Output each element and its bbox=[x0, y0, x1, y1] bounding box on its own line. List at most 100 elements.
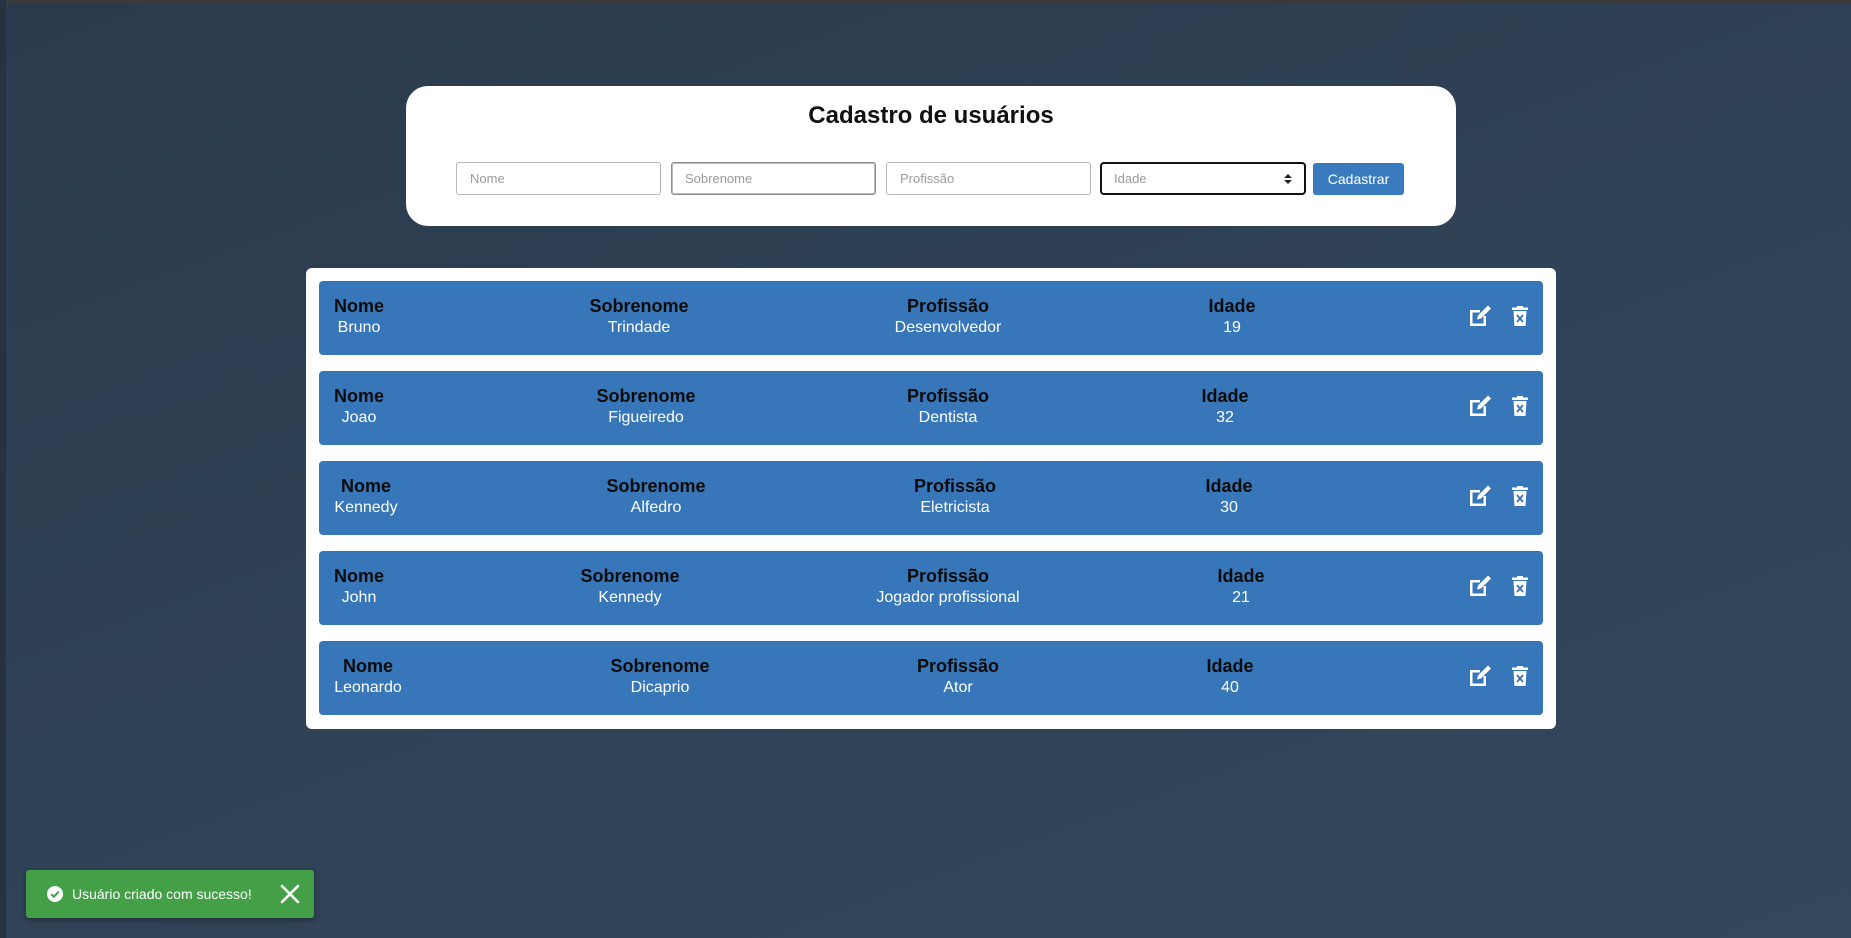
profissao-cell: Profissão Eletricista bbox=[914, 475, 996, 519]
trash-icon bbox=[1512, 576, 1528, 596]
trash-icon bbox=[1512, 306, 1528, 326]
profissao-value: Jogador profissional bbox=[876, 589, 1020, 606]
profissao-input[interactable] bbox=[886, 162, 1091, 195]
window-left-edge bbox=[0, 0, 6, 938]
profissao-cell: Profissão Desenvolvedor bbox=[895, 295, 1002, 339]
nome-value: Leonardo bbox=[334, 679, 402, 696]
check-circle-icon bbox=[47, 886, 63, 902]
nome-cell: Nome Leonardo bbox=[334, 655, 402, 699]
profissao-label: Profissão bbox=[916, 656, 1000, 676]
profissao-label: Profissão bbox=[906, 566, 990, 586]
sobrenome-label: Sobrenome bbox=[610, 656, 710, 676]
registration-form: Cadastro de usuários Idade Cadastrar bbox=[406, 86, 1456, 226]
sobrenome-value: Figueiredo bbox=[608, 409, 684, 426]
sobrenome-value: Kennedy bbox=[598, 589, 662, 606]
edit-icon bbox=[1470, 395, 1491, 416]
profissao-value: Eletricista bbox=[920, 499, 990, 516]
edit-button[interactable] bbox=[1466, 391, 1494, 421]
window-top-border bbox=[0, 0, 1851, 4]
user-row: Nome Leonardo Sobrenome Dicaprio Profiss… bbox=[319, 641, 1543, 715]
page-title: Cadastro de usuários bbox=[808, 102, 1054, 129]
profissao-label: Profissão bbox=[913, 476, 997, 496]
delete-button[interactable] bbox=[1506, 481, 1534, 511]
sobrenome-cell: Sobrenome Dicaprio bbox=[610, 655, 709, 699]
nome-value: Kennedy bbox=[334, 499, 398, 516]
profissao-cell: Profissão Jogador profissional bbox=[876, 565, 1019, 609]
spin-down-icon[interactable] bbox=[1284, 179, 1292, 184]
nome-label: Nome bbox=[342, 656, 393, 676]
sobrenome-label: Sobrenome bbox=[589, 296, 689, 316]
idade-label: Idade bbox=[1208, 296, 1256, 316]
idade-value: 32 bbox=[1216, 409, 1234, 426]
idade-cell: Idade 19 bbox=[1208, 295, 1255, 339]
user-row: Nome Bruno Sobrenome Trindade Profissão … bbox=[319, 281, 1543, 355]
user-row: Nome John Sobrenome Kennedy Profissão Jo… bbox=[319, 551, 1543, 625]
sobrenome-cell: Sobrenome Kennedy bbox=[580, 565, 679, 609]
delete-button[interactable] bbox=[1506, 661, 1534, 691]
idade-label: Idade bbox=[1205, 476, 1253, 496]
profissao-value: Desenvolvedor bbox=[894, 319, 1002, 336]
idade-spinner[interactable] bbox=[1284, 173, 1292, 184]
idade-label: Idade bbox=[1206, 656, 1254, 676]
idade-placeholder: Idade bbox=[1114, 171, 1147, 186]
idade-value: 21 bbox=[1232, 589, 1250, 606]
success-toast: Usuário criado com sucesso! bbox=[26, 870, 314, 918]
user-row: Nome Joao Sobrenome Figueiredo Profissão… bbox=[319, 371, 1543, 445]
user-list: Nome Bruno Sobrenome Trindade Profissão … bbox=[306, 268, 1556, 729]
trash-icon bbox=[1512, 486, 1528, 506]
delete-button[interactable] bbox=[1506, 391, 1534, 421]
sobrenome-label: Sobrenome bbox=[596, 386, 696, 406]
idade-cell: Idade 32 bbox=[1201, 385, 1248, 429]
edit-button[interactable] bbox=[1466, 481, 1494, 511]
nome-value: Joao bbox=[341, 409, 377, 426]
sobrenome-cell: Sobrenome Trindade bbox=[589, 295, 688, 339]
nome-value: John bbox=[341, 589, 377, 606]
edit-icon bbox=[1470, 305, 1491, 326]
profissao-cell: Profissão Ator bbox=[917, 655, 999, 699]
toast-message: Usuário criado com sucesso! bbox=[72, 886, 252, 902]
edit-icon bbox=[1470, 485, 1491, 506]
sobrenome-label: Sobrenome bbox=[606, 476, 706, 496]
profissao-cell: Profissão Dentista bbox=[907, 385, 989, 429]
nome-value: Bruno bbox=[337, 319, 381, 336]
edit-button[interactable] bbox=[1466, 661, 1494, 691]
cadastrar-button[interactable]: Cadastrar bbox=[1313, 163, 1404, 195]
nome-cell: Nome Bruno bbox=[334, 295, 384, 339]
nome-cell: Nome Joao bbox=[334, 385, 384, 429]
nome-input[interactable] bbox=[456, 162, 661, 195]
nome-label: Nome bbox=[333, 296, 385, 316]
sobrenome-input[interactable] bbox=[671, 162, 876, 195]
delete-button[interactable] bbox=[1506, 301, 1534, 331]
idade-cell: Idade 40 bbox=[1206, 655, 1253, 699]
spin-up-icon[interactable] bbox=[1284, 173, 1292, 178]
idade-label: Idade bbox=[1217, 566, 1265, 586]
idade-cell: Idade 30 bbox=[1205, 475, 1252, 519]
nome-label: Nome bbox=[333, 566, 385, 586]
nome-label: Nome bbox=[340, 476, 392, 496]
idade-value: 19 bbox=[1223, 319, 1241, 336]
sobrenome-cell: Sobrenome Figueiredo bbox=[596, 385, 695, 429]
profissao-value: Dentista bbox=[918, 409, 978, 426]
nome-cell: Nome John bbox=[334, 565, 384, 609]
trash-icon bbox=[1512, 396, 1528, 416]
sobrenome-cell: Sobrenome Alfedro bbox=[606, 475, 705, 519]
edit-button[interactable] bbox=[1466, 571, 1494, 601]
delete-button[interactable] bbox=[1506, 571, 1534, 601]
sobrenome-value: Dicaprio bbox=[630, 679, 690, 696]
profissao-label: Profissão bbox=[906, 296, 990, 316]
sobrenome-value: Alfedro bbox=[630, 499, 682, 516]
idade-number-input[interactable]: Idade bbox=[1100, 162, 1306, 195]
nome-label: Nome bbox=[333, 386, 385, 406]
close-icon[interactable] bbox=[280, 884, 300, 904]
sobrenome-value: Trindade bbox=[607, 319, 671, 336]
edit-icon bbox=[1470, 665, 1491, 686]
profissao-label: Profissão bbox=[906, 386, 990, 406]
user-row: Nome Kennedy Sobrenome Alfedro Profissão… bbox=[319, 461, 1543, 535]
edit-button[interactable] bbox=[1466, 301, 1494, 331]
trash-icon bbox=[1512, 666, 1528, 686]
sobrenome-label: Sobrenome bbox=[580, 566, 680, 586]
idade-value: 40 bbox=[1221, 679, 1239, 696]
nome-cell: Nome Kennedy bbox=[334, 475, 397, 519]
profissao-value: Ator bbox=[943, 679, 973, 696]
edit-icon bbox=[1470, 575, 1491, 596]
